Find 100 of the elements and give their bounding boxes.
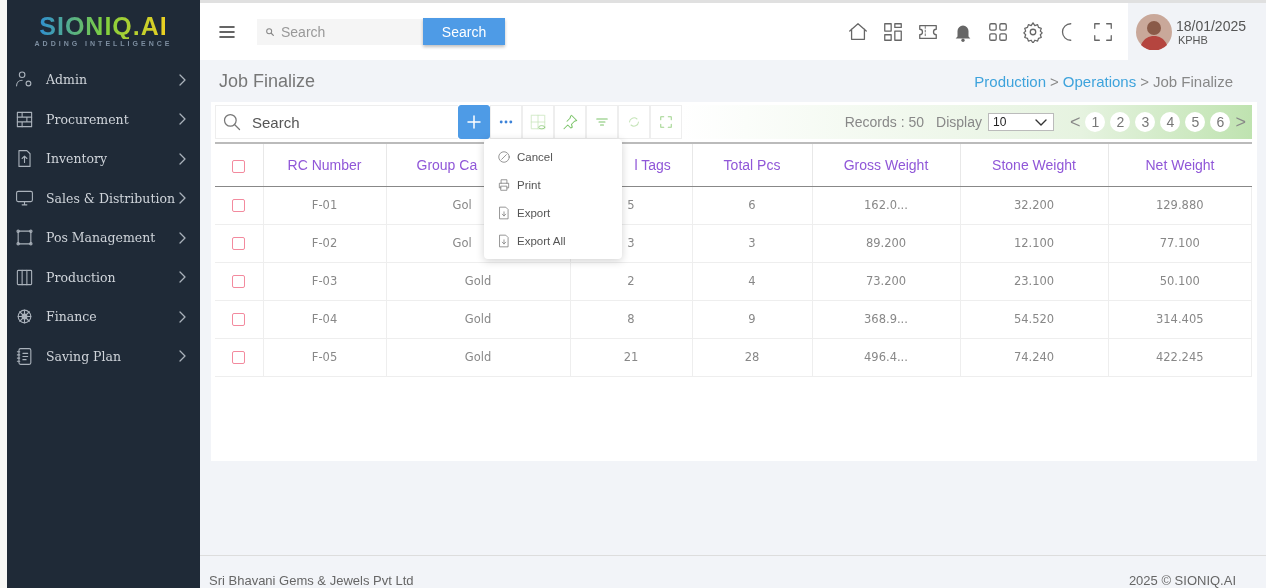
checkbox[interactable]: [232, 351, 246, 364]
table-cell: 129.880: [1108, 186, 1252, 225]
page-button[interactable]: 5: [1185, 112, 1206, 132]
page-title: Job Finalize: [219, 70, 316, 92]
dashboard-icon[interactable]: [881, 20, 904, 43]
table-cell: 4: [692, 262, 812, 301]
date-label: 18/01/2025: [1175, 17, 1246, 34]
sidebar-item[interactable]: Production: [7, 257, 200, 297]
page-button[interactable]: 4: [1160, 112, 1181, 132]
checkbox[interactable]: [232, 275, 246, 288]
fullscreen-button[interactable]: [650, 105, 682, 139]
search-button[interactable]: Search: [423, 18, 505, 45]
table-cell: 162.0...: [812, 186, 960, 225]
checkbox[interactable]: [232, 313, 246, 326]
table-cell: 77.100: [1108, 224, 1252, 263]
search-field[interactable]: Search: [257, 18, 423, 45]
file-upload-icon: [15, 149, 34, 169]
column-header[interactable]: Total Pcs: [692, 143, 812, 187]
more-icon: [499, 120, 513, 124]
home-icon[interactable]: [846, 20, 869, 43]
display-select[interactable]: 10: [987, 113, 1054, 131]
sidebar-item[interactable]: Sales & Distribution: [7, 178, 200, 218]
notebook-icon: [15, 346, 34, 366]
table-cell: 2: [570, 262, 692, 301]
table-cell: 23.100: [960, 262, 1108, 301]
chevron-down-icon: [1034, 118, 1047, 126]
table-cell: 28: [692, 338, 812, 377]
menu-icon[interactable]: [219, 24, 235, 39]
column-header[interactable]: RC Number: [263, 143, 386, 187]
breadcrumb-link[interactable]: Production: [974, 72, 1047, 90]
table-cell: 314.405: [1108, 300, 1252, 339]
breadcrumb-separator: >: [1050, 72, 1059, 90]
refresh-button[interactable]: [618, 105, 650, 139]
vector-square-icon: [15, 228, 34, 248]
pin-button[interactable]: [554, 105, 586, 139]
chevron-right-icon: [178, 271, 186, 284]
table-cell: 32.200: [960, 186, 1108, 225]
sidebar-item[interactable]: Inventory: [7, 139, 200, 179]
chevron-right-icon: [178, 192, 186, 205]
settings-icon[interactable]: [1021, 20, 1044, 43]
location-label: KPHB: [1177, 33, 1209, 46]
fullscreen-icon[interactable]: [1091, 20, 1114, 43]
page-button[interactable]: 1: [1085, 112, 1106, 132]
monitor-icon: [15, 188, 34, 208]
chevron-right-icon: [178, 231, 186, 244]
columns-eye-icon: [529, 113, 547, 131]
filter-button[interactable]: [586, 105, 618, 139]
table-cell: 21: [570, 338, 692, 377]
column-header[interactable]: Gross Weight: [812, 143, 960, 187]
table-cell: 8: [570, 300, 692, 339]
search-icon: [222, 112, 242, 132]
previous-page[interactable]: <: [1069, 111, 1081, 133]
add-button[interactable]: [458, 105, 490, 139]
column-visibility-button[interactable]: [522, 105, 554, 139]
sidebar-item[interactable]: Pos Management: [7, 218, 200, 258]
columns-icon: [15, 267, 34, 287]
page-button[interactable]: 2: [1110, 112, 1131, 132]
next-page[interactable]: >: [1235, 111, 1246, 133]
table-cell: F-03: [263, 262, 386, 301]
table-cell: Gold: [386, 300, 570, 339]
checkbox[interactable]: [232, 237, 246, 250]
table-cell: Gold: [386, 338, 570, 377]
sidebar-item[interactable]: Saving Plan: [7, 336, 200, 376]
table-cell: 54.520: [960, 300, 1108, 339]
search-input[interactable]: Search: [279, 22, 413, 41]
grid-icon[interactable]: [986, 20, 1009, 43]
column-header[interactable]: Stone Weight: [960, 143, 1108, 187]
breadcrumb-separator: >: [1140, 72, 1149, 90]
brick-wall-icon: [15, 109, 34, 129]
records-count: Records : 50: [844, 114, 925, 130]
sidebar-item[interactable]: Finance: [7, 297, 200, 337]
table-cell: F-04: [263, 300, 386, 339]
pin-icon: [561, 113, 579, 131]
fullscreen-icon: [657, 113, 675, 131]
avatar[interactable]: [1135, 13, 1172, 50]
sidebar-item[interactable]: Admin: [7, 60, 200, 100]
breadcrumb-current: Job Finalize: [1152, 72, 1233, 90]
checkbox[interactable]: [232, 199, 246, 212]
more-button[interactable]: [490, 105, 522, 139]
table-cell: 3: [692, 224, 812, 263]
plus-icon: [465, 113, 483, 131]
table-cell: 50.100: [1108, 262, 1252, 301]
chevron-right-icon: [178, 113, 186, 126]
column-header[interactable]: Net Weight: [1108, 143, 1252, 187]
page-button[interactable]: 3: [1135, 112, 1156, 132]
breadcrumb-link[interactable]: Operations: [1062, 72, 1137, 90]
table-cell: 73.200: [812, 262, 960, 301]
chevron-right-icon: [178, 350, 186, 363]
table-cell: 6: [692, 186, 812, 225]
page-button[interactable]: 6: [1210, 112, 1231, 132]
table-cell: 368.9...: [812, 300, 960, 339]
sidebar-item[interactable]: Procurement: [7, 99, 200, 139]
chevron-right-icon: [178, 73, 186, 86]
table-search-field[interactable]: Search: [215, 105, 458, 139]
table-cell: F-05: [263, 338, 386, 377]
table-cell: F-01: [263, 186, 386, 225]
table-cell: 496.4...: [812, 338, 960, 377]
file-download-icon: [497, 206, 511, 220]
table-cell: F-02: [263, 224, 386, 263]
checkbox[interactable]: [232, 159, 246, 173]
